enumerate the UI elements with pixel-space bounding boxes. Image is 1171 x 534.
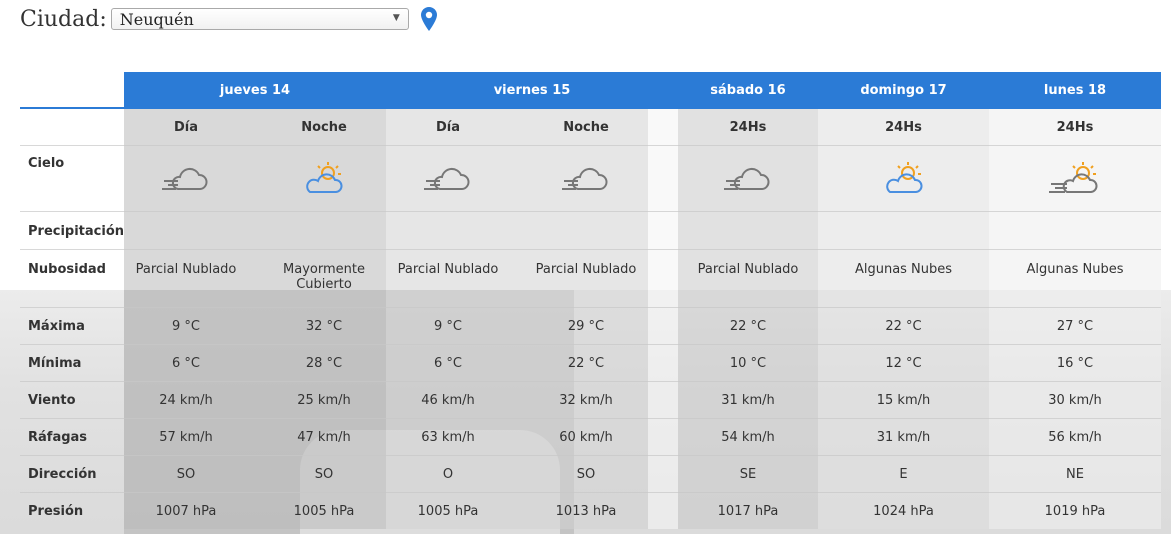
- direccion-cell: E: [899, 467, 908, 482]
- minima-cell: 6 °C: [434, 356, 462, 371]
- chevron-down-icon: ▼: [392, 13, 400, 23]
- period-cell: 24Hs: [885, 120, 922, 135]
- maxima-cell: 22 °C: [885, 319, 922, 334]
- period-cell: Noche: [563, 120, 609, 135]
- presion-cell: 1019 hPa: [1044, 504, 1106, 519]
- period-row: Día Noche Día Noche 24Hs 24Hs 24Hs: [20, 109, 1161, 146]
- rafagas-row: Ráfagas 57 km/h 47 km/h 63 km/h 60 km/h …: [20, 419, 1161, 456]
- city-select-value: Neuquén: [119, 9, 194, 29]
- rafagas-cell: 56 km/h: [1048, 430, 1102, 445]
- period-cell: 24Hs: [1056, 120, 1094, 135]
- viento-cell: 15 km/h: [876, 393, 931, 408]
- maxima-cell: 29 °C: [567, 319, 605, 334]
- windy-cloud-icon: [678, 146, 818, 212]
- maxima-cell: 9 °C: [434, 319, 462, 334]
- rafagas-cell: 47 km/h: [297, 430, 351, 445]
- location-pin-icon[interactable]: [420, 7, 437, 31]
- nubosidad-cell: Algunas Nubes: [854, 262, 953, 277]
- rafagas-cell: 60 km/h: [559, 430, 613, 445]
- row-label-viento: Viento: [28, 393, 76, 408]
- weather-page: Ciudad: Neuquén ▼ jueves 14 viernes 15 s…: [0, 0, 1171, 534]
- row-label-maxima: Máxima: [28, 319, 85, 334]
- windy-cloud-icon: [124, 146, 248, 212]
- presion-cell: 1007 hPa: [155, 504, 217, 519]
- presion-cell: 1024 hPa: [873, 504, 934, 519]
- period-cell: Noche: [301, 120, 347, 135]
- row-label-direccion: Dirección: [28, 467, 97, 482]
- maxima-cell: 9 °C: [172, 319, 200, 334]
- viento-cell: 30 km/h: [1048, 393, 1102, 408]
- day-header-2: viernes 15: [386, 72, 678, 109]
- rafagas-cell: 57 km/h: [159, 430, 213, 445]
- city-label: Ciudad:: [20, 6, 107, 32]
- rafagas-cell: 63 km/h: [421, 430, 475, 445]
- period-cell: Día: [435, 120, 461, 135]
- nubosidad-cell: Parcial Nublado: [535, 262, 637, 277]
- day-header-5: lunes 18: [989, 72, 1161, 109]
- row-label-cielo: Cielo: [28, 156, 65, 171]
- nubosidad-cell: Parcial Nublado: [135, 262, 237, 277]
- city-selector-row: Ciudad: Neuquén ▼: [20, 4, 437, 34]
- rafagas-cell: 31 km/h: [876, 430, 931, 445]
- cielo-row: Cielo: [20, 146, 1161, 212]
- day-header-4: domingo 17: [818, 72, 989, 109]
- nubosidad-cell: Mayormente Cubierto: [283, 262, 365, 292]
- minima-row: Mínima 6 °C 28 °C 6 °C 22 °C 10 °C 12 °C…: [20, 345, 1161, 382]
- viento-cell: 24 km/h: [159, 393, 213, 408]
- row-label-rafagas: Ráfagas: [28, 430, 88, 445]
- nubosidad-cell: Algunas Nubes: [1026, 262, 1124, 277]
- presion-cell: 1005 hPa: [293, 504, 355, 519]
- sun-cloud-grey-icon: [989, 146, 1161, 212]
- sun-cloud-blue-icon: [262, 146, 386, 212]
- maxima-cell: 32 °C: [305, 319, 343, 334]
- viento-row: Viento 24 km/h 25 km/h 46 km/h 32 km/h 3…: [20, 382, 1161, 419]
- minima-cell: 10 °C: [729, 356, 767, 371]
- presion-row: Presión 1007 hPa 1005 hPa 1005 hPa 1013 …: [20, 493, 1161, 530]
- direccion-cell: O: [442, 467, 454, 482]
- nubosidad-row: Nubosidad Parcial Nublado Mayormente Cub…: [20, 250, 1161, 308]
- nubosidad-cell: Parcial Nublado: [397, 262, 499, 277]
- viento-cell: 32 km/h: [559, 393, 613, 408]
- direccion-cell: SO: [176, 467, 196, 482]
- city-select[interactable]: Neuquén ▼: [110, 8, 409, 30]
- minima-cell: 22 °C: [567, 356, 605, 371]
- direccion-cell: NE: [1066, 467, 1084, 482]
- maxima-row: Máxima 9 °C 32 °C 9 °C 29 °C 22 °C 22 °C…: [20, 308, 1161, 345]
- presion-cell: 1017 hPa: [717, 504, 779, 519]
- row-label-presion: Presión: [28, 504, 84, 519]
- direccion-cell: SO: [576, 467, 596, 482]
- nubosidad-cell: Parcial Nublado: [697, 262, 799, 277]
- sun-cloud-blue-icon: [818, 146, 989, 212]
- minima-cell: 6 °C: [172, 356, 200, 371]
- maxima-cell: 22 °C: [729, 319, 767, 334]
- minima-cell: 16 °C: [1056, 356, 1094, 371]
- windy-cloud-icon: [524, 146, 648, 212]
- maxima-cell: 27 °C: [1056, 319, 1094, 334]
- viento-cell: 31 km/h: [721, 393, 775, 408]
- minima-cell: 12 °C: [885, 356, 922, 371]
- windy-cloud-icon: [386, 146, 510, 212]
- period-cell: Día: [173, 120, 199, 135]
- direccion-row: Dirección SO SO O SO SE E NE: [20, 456, 1161, 493]
- day-header-3: sábado 16: [678, 72, 818, 109]
- direccion-cell: SO: [314, 467, 334, 482]
- minima-cell: 28 °C: [305, 356, 343, 371]
- presion-cell: 1013 hPa: [555, 504, 617, 519]
- viento-cell: 46 km/h: [421, 393, 475, 408]
- direccion-cell: SE: [739, 467, 757, 482]
- rafagas-cell: 54 km/h: [721, 430, 775, 445]
- precipitacion-row: Precipitación: [20, 212, 1161, 250]
- row-label-precipitacion: Precipitación: [28, 224, 125, 239]
- presion-cell: 1005 hPa: [417, 504, 479, 519]
- row-label-minima: Mínima: [28, 356, 82, 371]
- viento-cell: 25 km/h: [297, 393, 351, 408]
- row-label-nubosidad: Nubosidad: [28, 262, 106, 277]
- period-cell: 24Hs: [729, 120, 767, 135]
- day-header-1: jueves 14: [124, 72, 386, 109]
